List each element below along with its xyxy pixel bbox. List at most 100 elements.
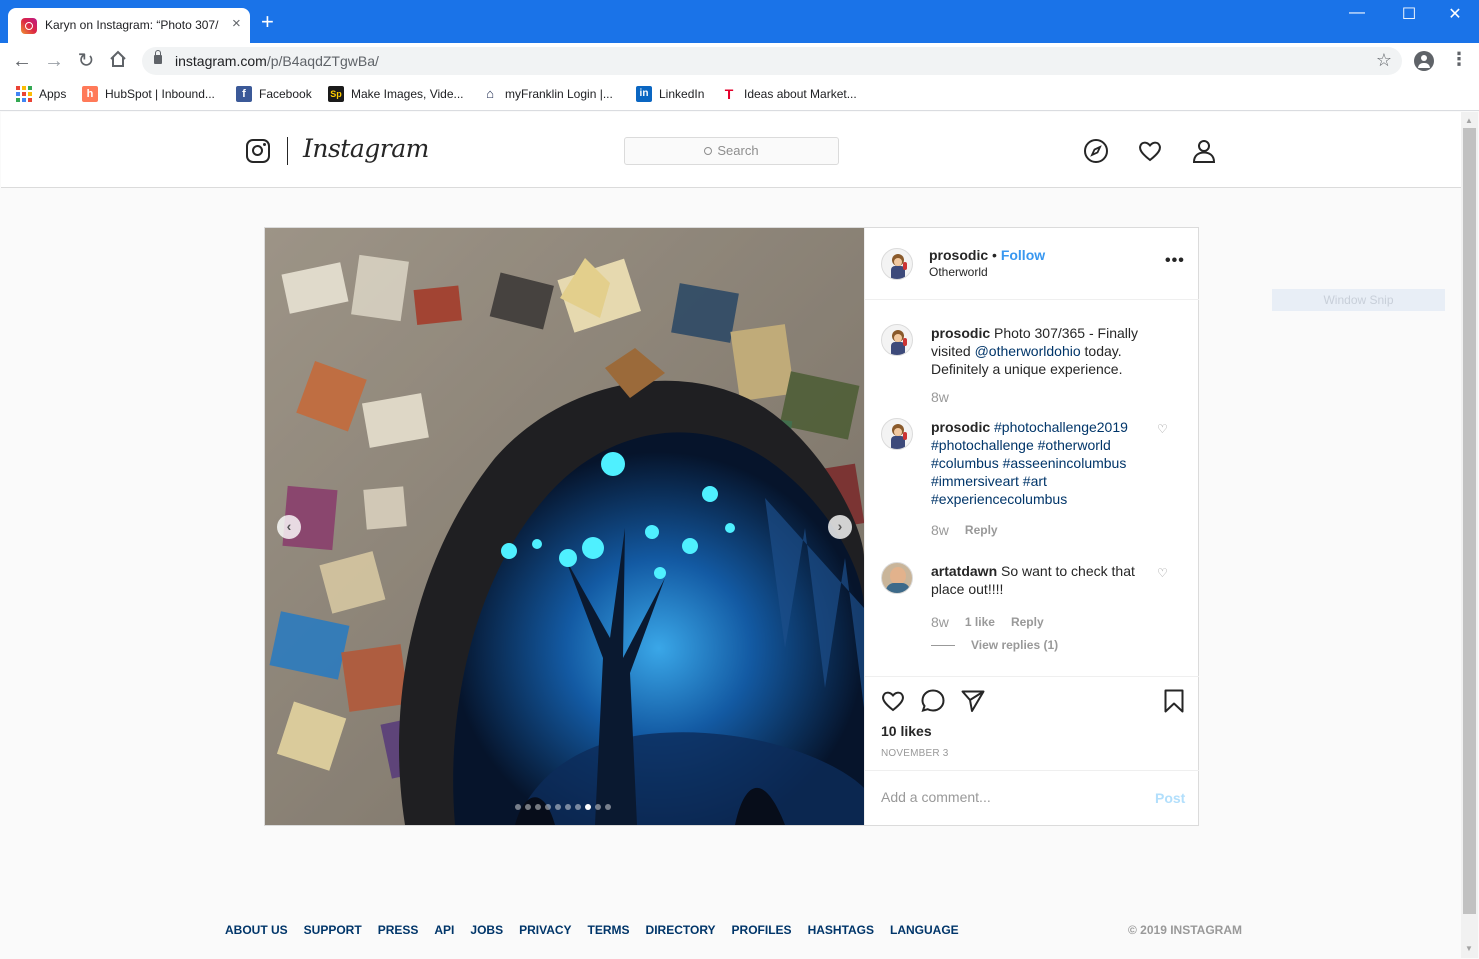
comment-text: artatdawn So want to check that place ou… [931, 563, 1135, 597]
view-replies-button[interactable]: View replies (1) [931, 638, 1058, 652]
tab-close-icon[interactable]: × [232, 16, 241, 32]
bookmark-label: Facebook [259, 87, 312, 101]
comment-username[interactable]: artatdawn [931, 563, 997, 579]
browser-menu-icon[interactable]: ⋮ [1450, 49, 1468, 70]
carousel-dot [585, 804, 591, 810]
bookmark-facebook[interactable]: f Facebook [236, 85, 312, 103]
forward-arrow-icon[interactable]: → [42, 50, 66, 72]
carousel-prev-button[interactable]: ‹ [277, 515, 301, 539]
carousel-dot [605, 804, 611, 810]
close-window-button[interactable]: ✕ [1440, 4, 1470, 24]
maximize-button[interactable]: ☐ [1394, 4, 1424, 24]
tab-title: Karyn on Instagram: “Photo 307/ [45, 18, 219, 32]
profile-person-icon[interactable] [1191, 138, 1217, 164]
back-arrow-icon[interactable]: ← [10, 50, 34, 72]
more-options-icon[interactable]: ••• [1165, 252, 1185, 270]
bookmark-linkedin[interactable]: in LinkedIn [636, 85, 704, 103]
scroll-up-icon[interactable]: ▲ [1465, 116, 1473, 125]
carousel-next-button[interactable]: › [828, 515, 852, 539]
footer-link-hashtags[interactable]: HASHTAGS [808, 923, 874, 937]
post-actions: 10 likes NOVEMBER 3 [865, 676, 1199, 772]
bookmark-ideas[interactable]: T Ideas about Market... [721, 85, 857, 103]
caption-username[interactable]: prosodic [931, 325, 990, 341]
comment-text: prosodic #photochallenge2019 #photochall… [931, 418, 1141, 508]
footer-link-directory[interactable]: DIRECTORY [646, 923, 716, 937]
save-bookmark-icon[interactable] [1161, 688, 1187, 714]
bookmark-label: Make Images, Vide... [351, 87, 464, 101]
browser-titlebar: Karyn on Instagram: “Photo 307/ × + — ☐ … [0, 0, 1479, 43]
carousel-dot [555, 804, 561, 810]
search-icon [704, 147, 713, 155]
spark-icon: Sp [328, 86, 344, 102]
post-location[interactable]: Otherworld [929, 265, 988, 279]
instagram-header: Instagram Search [1, 112, 1461, 188]
post-date[interactable]: NOVEMBER 3 [881, 748, 949, 759]
carousel-dot [515, 804, 521, 810]
instagram-wordmark[interactable]: Instagram [303, 134, 429, 163]
search-placeholder: Search [717, 143, 759, 158]
instagram-favicon-icon [21, 18, 37, 34]
avatar[interactable] [881, 324, 913, 356]
footer-links: ABOUT US SUPPORT PRESS API JOBS PRIVACY … [225, 923, 959, 937]
post-comment-button[interactable]: Post [1155, 790, 1185, 806]
bookmark-spark[interactable]: Sp Make Images, Vide... [328, 85, 464, 103]
hubspot-icon: h [82, 86, 98, 102]
footer-link-terms[interactable]: TERMS [588, 923, 630, 937]
carousel-dot [565, 804, 571, 810]
search-input[interactable]: Search [624, 137, 839, 165]
footer-link-support[interactable]: SUPPORT [304, 923, 362, 937]
profile-avatar-icon[interactable] [1414, 51, 1434, 71]
bookmark-hubspot[interactable]: h HubSpot | Inbound... [82, 85, 215, 103]
reload-icon[interactable]: ↻ [74, 50, 98, 72]
bookmark-apps[interactable]: Apps [16, 85, 66, 103]
window-snip-overlay: Window Snip [1272, 289, 1445, 311]
browser-toolbar: ← → ↻ instagram.com/p/B4aqdZTgwBa/ ☆ ⋮ [0, 43, 1479, 79]
scroll-thumb[interactable] [1463, 128, 1476, 914]
like-heart-icon[interactable] [880, 688, 906, 714]
comment-bubble-icon[interactable] [920, 688, 946, 714]
mention-link[interactable]: @otherworldohio [975, 343, 1081, 359]
comment-like-heart-icon[interactable]: ♡ [1157, 422, 1168, 436]
comment-input[interactable] [881, 789, 1141, 805]
scroll-down-icon[interactable]: ▼ [1465, 944, 1473, 953]
explore-compass-icon[interactable] [1083, 138, 1109, 164]
bookmarks-bar: Apps h HubSpot | Inbound... f Facebook S… [0, 79, 1479, 111]
like-count[interactable]: 10 likes [881, 723, 932, 739]
address-bar[interactable]: instagram.com/p/B4aqdZTgwBa/ ☆ [142, 47, 1402, 75]
footer-link-language[interactable]: LANGUAGE [890, 923, 959, 937]
footer-link-profiles[interactable]: PROFILES [732, 923, 792, 937]
bookmark-star-icon[interactable]: ☆ [1376, 50, 1392, 71]
instagram-camera-icon[interactable] [246, 139, 270, 163]
footer-link-jobs[interactable]: JOBS [470, 923, 503, 937]
footer-link-press[interactable]: PRESS [378, 923, 419, 937]
browser-tab[interactable]: Karyn on Instagram: “Photo 307/ × [8, 8, 250, 43]
linkedin-icon: in [636, 86, 652, 102]
comment-age[interactable]: 8w [931, 522, 949, 538]
share-paper-plane-icon[interactable] [960, 688, 986, 714]
comment-like-heart-icon[interactable]: ♡ [1157, 566, 1168, 580]
avatar[interactable] [881, 418, 913, 450]
reply-button[interactable]: Reply [965, 523, 998, 537]
home-icon[interactable] [106, 50, 130, 72]
footer-link-privacy[interactable]: PRIVACY [519, 923, 571, 937]
footer-link-api[interactable]: API [434, 923, 454, 937]
carousel-dot [575, 804, 581, 810]
post-photo[interactable]: ‹ › [265, 228, 864, 825]
activity-heart-icon[interactable] [1137, 138, 1163, 164]
page-scrollbar[interactable]: ▲ ▼ [1461, 112, 1478, 958]
footer-link-about[interactable]: ABOUT US [225, 923, 288, 937]
minimize-button[interactable]: — [1342, 4, 1372, 22]
comment-username[interactable]: prosodic [931, 419, 990, 435]
bookmark-franklin[interactable]: ⌂ myFranklin Login |... [482, 85, 613, 103]
carousel-dot [595, 804, 601, 810]
avatar[interactable] [881, 562, 913, 594]
new-tab-button[interactable]: + [261, 11, 274, 33]
reply-button[interactable]: Reply [1011, 615, 1044, 629]
post-author-username[interactable]: prosodic [929, 247, 988, 263]
avatar[interactable] [881, 248, 913, 280]
comment-likes[interactable]: 1 like [965, 615, 995, 629]
follow-button[interactable]: Follow [1001, 247, 1045, 263]
comment-age[interactable]: 8w [931, 614, 949, 630]
url-text: instagram.com/p/B4aqdZTgwBa/ [175, 53, 379, 69]
caption-age[interactable]: 8w [931, 389, 949, 405]
